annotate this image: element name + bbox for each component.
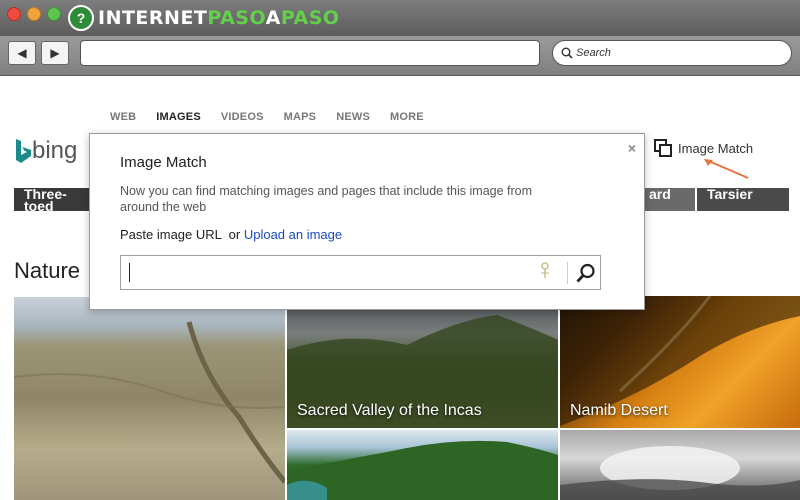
dialog-description: Now you can find matching images and pag… [120,184,533,214]
bing-b-icon [16,139,31,163]
input-divider [567,262,568,284]
image-tile[interactable] [560,430,800,500]
paste-instructions: Paste image URL or Upload an image [120,227,342,242]
image-match-label: Image Match [678,140,754,156]
bing-logo[interactable]: bing [14,137,77,165]
back-arrow-icon: ◀ [17,46,27,60]
dialog-title: Image Match [120,154,207,171]
watermark-logo: ? INTERNETPASOAPASO [68,4,340,32]
forward-button[interactable]: ▶ [41,41,69,65]
search-placeholder: Search [576,47,611,59]
image-match-link[interactable]: Image Match [654,139,753,157]
thumbnail-strip-mid[interactable]: ard [645,188,695,211]
search-icon [561,47,573,59]
back-button[interactable]: ◀ [8,41,36,65]
tile-caption: Sacred Valley of the Incas [297,402,482,419]
magnifier-icon [576,263,595,283]
nav-more[interactable]: MORE [390,111,424,123]
text-caret [129,263,130,282]
tile-caption: Namib Desert [570,402,668,419]
image-match-dialog: × Image Match Now you can find matching … [89,133,645,310]
nav-images[interactable]: IMAGES [156,111,201,123]
annotation-arrow-icon [704,159,749,179]
bing-wordmark: bing [32,137,78,164]
minimize-window-button[interactable] [27,7,41,21]
image-url-input[interactable] [120,255,601,290]
forward-arrow-icon: ▶ [50,46,60,60]
or-text: or [228,227,241,242]
thumbnail-strip-right[interactable]: Tarsier [697,188,789,211]
window-titlebar: ? INTERNETPASOAPASO [0,0,800,36]
nav-videos[interactable]: VIDEOS [221,111,264,123]
thumbnail-strip-left[interactable]: Three-toed [14,188,94,211]
image-tile[interactable] [287,430,558,500]
close-window-button[interactable] [7,7,21,21]
upload-image-link[interactable]: Upload an image [244,227,342,242]
browser-search-field[interactable]: Search [552,40,792,66]
section-title: Nature [14,258,81,283]
watermark-logo-icon: ? [68,5,94,31]
bing-nav: WEB IMAGES VIDEOS MAPS NEWS MORE [110,111,444,123]
nav-maps[interactable]: MAPS [284,111,317,123]
address-bar[interactable] [80,40,540,66]
nav-web[interactable]: WEB [110,111,136,123]
close-icon[interactable]: × [628,140,636,156]
image-tile[interactable]: Namib Desert [560,296,800,428]
zoom-window-button[interactable] [47,7,61,21]
browser-toolbar: ◀ ▶ Search [0,36,800,76]
pin-icon [539,261,551,284]
image-tile[interactable]: Sacred Valley of the Incas [287,310,558,428]
image-tile[interactable] [14,297,285,500]
image-match-icon [654,139,672,157]
nav-news[interactable]: NEWS [336,111,370,123]
search-submit-button[interactable] [573,259,599,287]
paste-url-label: Paste image URL [120,227,222,242]
